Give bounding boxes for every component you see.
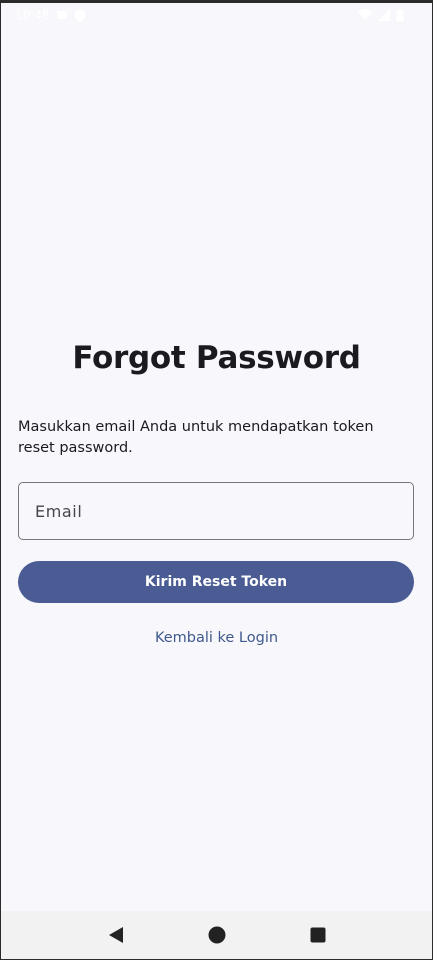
app-screen: 10:48 Forgot Password Masukkan email And… (1, 3, 432, 959)
email-field[interactable] (18, 482, 414, 540)
back-icon[interactable] (102, 921, 130, 949)
status-time: 10:48 (15, 8, 50, 22)
email-input[interactable] (35, 501, 413, 521)
back-to-login-link[interactable]: Kembali ke Login (147, 626, 286, 650)
notification-icon (56, 9, 68, 21)
status-bar: 10:48 (1, 3, 432, 27)
wifi-icon (358, 9, 372, 21)
page-title: Forgot Password (72, 340, 361, 376)
signal-icon (378, 9, 390, 21)
recents-icon[interactable] (304, 921, 332, 949)
home-icon[interactable] (203, 921, 231, 949)
send-reset-token-button[interactable]: Kirim Reset Token (18, 561, 414, 603)
back-to-login-link-container: Kembali ke Login (1, 630, 432, 646)
instruction-text: Masukkan email Anda untuk mendapatkan to… (18, 419, 374, 456)
battery-icon (396, 8, 404, 22)
status-bar-left: 10:48 (15, 8, 86, 22)
navigation-bar (1, 911, 432, 959)
shield-icon (74, 9, 86, 22)
status-bar-right (358, 8, 404, 22)
